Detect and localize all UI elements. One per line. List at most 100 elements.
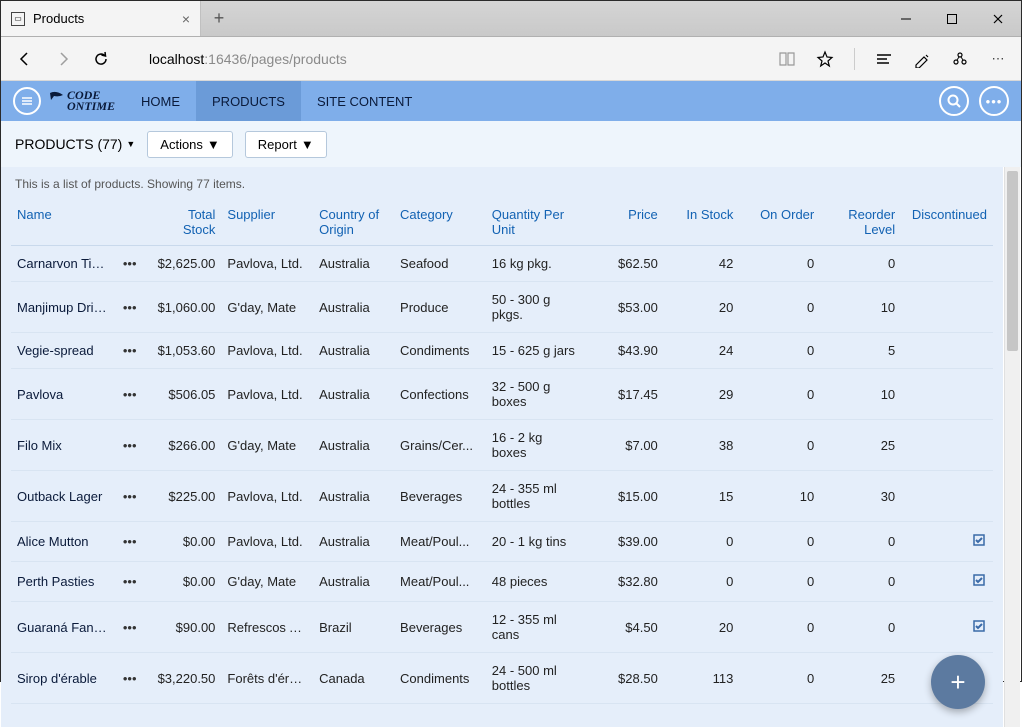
cell-on-order: 0 bbox=[739, 653, 820, 704]
app-menu-button[interactable] bbox=[13, 87, 41, 115]
cell-supplier: G'day, Mate bbox=[221, 562, 313, 602]
col-in-stock[interactable]: In Stock bbox=[664, 199, 740, 246]
nav-site-content[interactable]: SITE CONTENT bbox=[301, 81, 428, 121]
checked-icon bbox=[971, 532, 987, 548]
cell-name: Alice Mutton bbox=[11, 522, 114, 562]
favorite-icon[interactable] bbox=[816, 50, 834, 68]
url-input[interactable]: localhost:16436/pages/products bbox=[129, 51, 760, 67]
table-row[interactable]: Pavlova•••$506.05Pavlova, Ltd.AustraliaC… bbox=[11, 369, 993, 420]
scrollbar-thumb[interactable] bbox=[1007, 171, 1018, 351]
cell-reorder: 0 bbox=[820, 522, 901, 562]
cell-total: $0.00 bbox=[146, 562, 222, 602]
checked-icon bbox=[971, 618, 987, 634]
notes-icon[interactable] bbox=[913, 50, 931, 68]
table-row[interactable]: Filo Mix•••$266.00G'day, MateAustraliaGr… bbox=[11, 420, 993, 471]
cell-total: $0.00 bbox=[146, 522, 222, 562]
cell-on-order: 0 bbox=[739, 246, 820, 282]
cell-in-stock: 38 bbox=[664, 420, 740, 471]
row-more-button[interactable]: ••• bbox=[114, 602, 146, 653]
cell-price: $28.50 bbox=[583, 653, 664, 704]
cell-name: Manjimup Dried Apples bbox=[11, 282, 114, 333]
table-row[interactable]: Alice Mutton•••$0.00Pavlova, Ltd.Austral… bbox=[11, 522, 993, 562]
window-maximize-button[interactable] bbox=[929, 1, 975, 36]
cell-total: $1,060.00 bbox=[146, 282, 222, 333]
cell-qpu: 20 - 1 kg tins bbox=[486, 522, 583, 562]
row-more-button[interactable]: ••• bbox=[114, 522, 146, 562]
table-row[interactable]: Manjimup Dried Apples•••$1,060.00G'day, … bbox=[11, 282, 993, 333]
row-more-button[interactable]: ••• bbox=[114, 562, 146, 602]
search-icon bbox=[946, 93, 962, 109]
share-icon[interactable] bbox=[951, 50, 969, 68]
table-row[interactable]: Carnarvon Tigers•••$2,625.00Pavlova, Ltd… bbox=[11, 246, 993, 282]
browser-address-bar: localhost:16436/pages/products ⋯ bbox=[1, 37, 1021, 81]
search-button[interactable] bbox=[939, 86, 969, 116]
cell-price: $15.00 bbox=[583, 471, 664, 522]
row-more-button[interactable]: ••• bbox=[114, 471, 146, 522]
close-tab-icon[interactable]: × bbox=[182, 11, 190, 27]
caret-down-icon: ▼ bbox=[207, 137, 220, 152]
col-total-stock[interactable]: Total Stock bbox=[146, 199, 222, 246]
cell-category: Produce bbox=[394, 282, 486, 333]
cell-qpu: 15 - 625 g jars bbox=[486, 333, 583, 369]
cell-country: Australia bbox=[313, 333, 394, 369]
cell-qpu: 24 - 500 ml bottles bbox=[486, 653, 583, 704]
report-button[interactable]: Report ▼ bbox=[245, 131, 327, 158]
col-country[interactable]: Country of Origin bbox=[313, 199, 394, 246]
col-price[interactable]: Price bbox=[583, 199, 664, 246]
app-header: CODEONTIME HOME PRODUCTS SITE CONTENT ••… bbox=[1, 81, 1021, 121]
table-row[interactable]: Perth Pasties•••$0.00G'day, MateAustrali… bbox=[11, 562, 993, 602]
table-row[interactable]: Outback Lager•••$225.00Pavlova, Ltd.Aust… bbox=[11, 471, 993, 522]
grid-caption: This is a list of products. Showing 77 i… bbox=[11, 167, 993, 199]
cell-discontinued bbox=[901, 471, 993, 522]
table-row[interactable]: Guaraná Fantástica•••$90.00Refrescos Ame… bbox=[11, 602, 993, 653]
cell-qpu: 16 kg pkg. bbox=[486, 246, 583, 282]
col-discontinued[interactable]: Discontinued bbox=[901, 199, 993, 246]
cell-category: Condiments bbox=[394, 333, 486, 369]
nav-home[interactable]: HOME bbox=[125, 81, 196, 121]
vertical-scrollbar[interactable] bbox=[1004, 167, 1020, 727]
nav-back-button[interactable] bbox=[15, 49, 35, 69]
row-more-button[interactable]: ••• bbox=[114, 420, 146, 471]
cell-supplier: Pavlova, Ltd. bbox=[221, 333, 313, 369]
table-row[interactable]: Sirop d'érable•••$3,220.50Forêts d'érabl… bbox=[11, 653, 993, 704]
cell-country: Australia bbox=[313, 471, 394, 522]
nav-forward-button[interactable] bbox=[53, 49, 73, 69]
cell-name: Carnarvon Tigers bbox=[11, 246, 114, 282]
add-new-fab[interactable]: + bbox=[931, 655, 985, 709]
cell-in-stock: 0 bbox=[664, 562, 740, 602]
cell-qpu: 48 pieces bbox=[486, 562, 583, 602]
cell-country: Australia bbox=[313, 522, 394, 562]
col-qpu[interactable]: Quantity Per Unit bbox=[486, 199, 583, 246]
row-more-button[interactable]: ••• bbox=[114, 369, 146, 420]
row-more-button[interactable]: ••• bbox=[114, 246, 146, 282]
table-row[interactable]: Vegie-spread•••$1,053.60Pavlova, Ltd.Aus… bbox=[11, 333, 993, 369]
cell-supplier: Pavlova, Ltd. bbox=[221, 369, 313, 420]
caret-down-icon: ▼ bbox=[301, 137, 314, 152]
nav-products[interactable]: PRODUCTS bbox=[196, 81, 301, 121]
row-more-button[interactable]: ••• bbox=[114, 653, 146, 704]
window-minimize-button[interactable] bbox=[883, 1, 929, 36]
cell-in-stock: 0 bbox=[664, 522, 740, 562]
col-reorder[interactable]: Reorder Level bbox=[820, 199, 901, 246]
more-options-button[interactable]: ••• bbox=[979, 86, 1009, 116]
row-more-button[interactable]: ••• bbox=[114, 282, 146, 333]
app-logo[interactable]: CODEONTIME bbox=[49, 87, 115, 115]
cell-reorder: 0 bbox=[820, 246, 901, 282]
new-tab-button[interactable]: + bbox=[201, 1, 237, 36]
row-more-button[interactable]: ••• bbox=[114, 333, 146, 369]
browser-menu-icon[interactable]: ⋯ bbox=[989, 50, 1007, 68]
col-on-order[interactable]: On Order bbox=[739, 199, 820, 246]
cell-discontinued bbox=[901, 282, 993, 333]
browser-tab[interactable]: ▭ Products × bbox=[1, 1, 201, 36]
col-category[interactable]: Category bbox=[394, 199, 486, 246]
cell-reorder: 10 bbox=[820, 282, 901, 333]
col-supplier[interactable]: Supplier bbox=[221, 199, 313, 246]
col-name[interactable]: Name bbox=[11, 199, 146, 246]
products-count-dropdown[interactable]: PRODUCTS (77) ▼ bbox=[15, 136, 135, 152]
reading-mode-icon[interactable] bbox=[778, 50, 796, 68]
nav-refresh-button[interactable] bbox=[91, 49, 111, 69]
plus-icon: + bbox=[950, 667, 965, 698]
hub-icon[interactable] bbox=[875, 50, 893, 68]
window-close-button[interactable] bbox=[975, 1, 1021, 36]
actions-button[interactable]: Actions ▼ bbox=[147, 131, 233, 158]
